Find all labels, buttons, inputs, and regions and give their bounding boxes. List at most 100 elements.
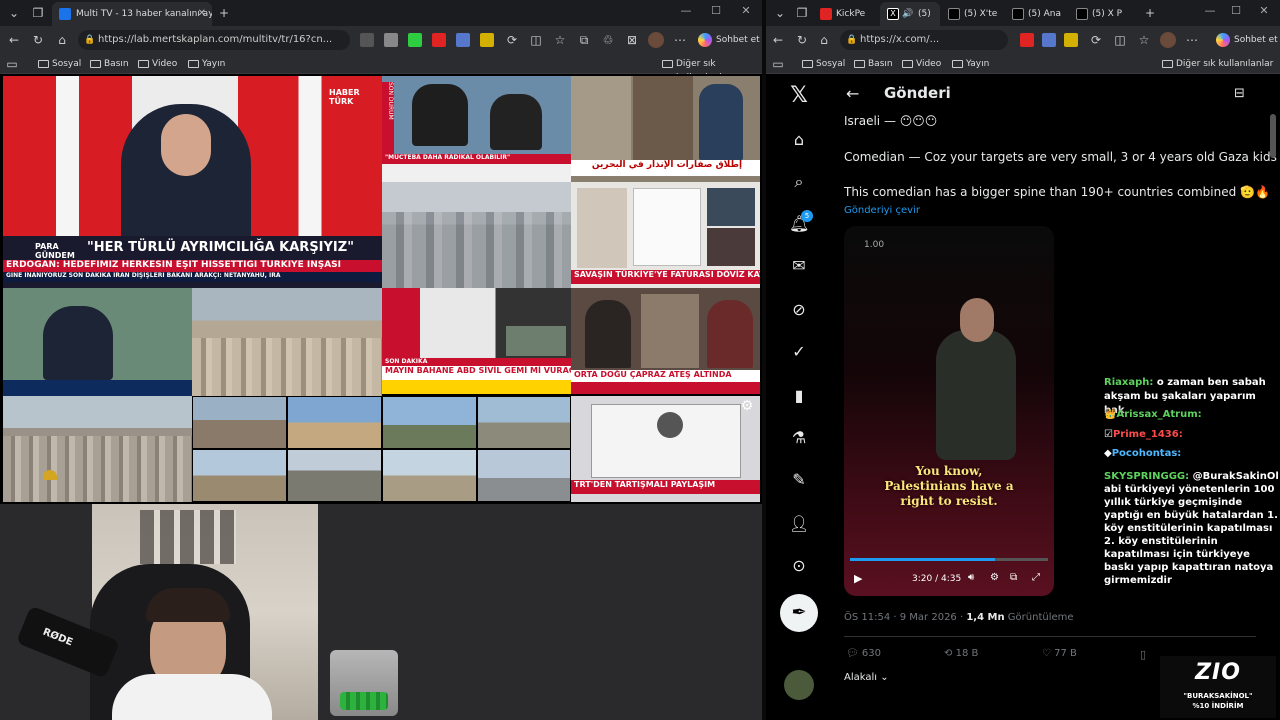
tv-cell-savasin[interactable]: SAVAŞIN TÜRKİYE'YE FATURASI DÖVİZ KAYBI … [571, 182, 760, 288]
extension-icon[interactable] [360, 33, 374, 47]
tv-cell-erdogan[interactable]: HABER TÜRK PARA GÜNDEM "HER TÜRLÜ AYRIMC… [3, 76, 382, 288]
tab-actions-icon[interactable]: ⌄ [6, 5, 22, 21]
bookmark-folder[interactable]: Basın [854, 57, 893, 71]
tab-kick[interactable]: KickPe [816, 2, 882, 26]
reply-sort-dropdown[interactable]: Alakalı ⌄ [844, 672, 889, 683]
fullscreen-icon[interactable]: ⤢ [1032, 572, 1040, 583]
new-tab-icon[interactable]: + [216, 5, 232, 21]
more-icon[interactable]: ⋯ [672, 32, 688, 48]
tv-cell-mayin[interactable]: SON DAKİKA MAYIN BAHANE ABD SİVİL GEMİ M… [382, 288, 571, 394]
collections-icon[interactable]: ⧉ [576, 32, 592, 48]
bookmark-folder[interactable]: Video [138, 57, 177, 71]
bookmark-icon[interactable]: ▮ [789, 386, 809, 406]
video-progress-track[interactable] [850, 558, 1048, 561]
copilot-chat-button[interactable]: Sohbet et [698, 31, 760, 49]
search-icon[interactable]: ⌕ [789, 172, 809, 192]
minimize-icon[interactable]: — [1200, 4, 1220, 17]
more-circle-icon[interactable]: ⊙ [789, 556, 809, 576]
minimize-icon[interactable]: — [676, 4, 696, 17]
like-button[interactable]: ♡ 77 B [1042, 648, 1077, 659]
profile-avatar[interactable] [648, 32, 664, 48]
pip-icon[interactable]: ⧉ [1010, 572, 1017, 583]
home-icon[interactable]: ⌂ [54, 32, 70, 48]
tab-x-4[interactable]: (5) X P [1072, 2, 1136, 26]
extension-icon[interactable] [408, 33, 422, 47]
close-window-icon[interactable]: ✕ [736, 4, 756, 17]
settings-gear-icon[interactable]: ⚙ [737, 398, 757, 418]
extension-icon[interactable] [384, 33, 398, 47]
split-screen-icon[interactable]: ◫ [528, 32, 544, 48]
screenshot-icon[interactable]: ⊠ [624, 32, 640, 48]
split-screen-icon[interactable]: ◫ [1112, 32, 1128, 48]
maximize-icon[interactable]: ☐ [1226, 4, 1246, 17]
bookmark-folder[interactable]: Sosyal [802, 57, 845, 71]
extension-icon[interactable] [1020, 33, 1034, 47]
translate-post-link[interactable]: Gönderiyi çevir [844, 205, 920, 216]
tv-cell-jerusalem[interactable] [3, 396, 192, 502]
settings-icon[interactable]: ⚙ [990, 572, 999, 583]
sync-icon[interactable]: ⟳ [1088, 32, 1104, 48]
reader-mode-icon[interactable]: ⊟ [1234, 86, 1245, 101]
bookmark-folder[interactable]: Basın [90, 57, 129, 71]
tab-actions-icon[interactable]: ⌄ [772, 5, 788, 21]
notifications-bell-icon[interactable]: 🔔︎ 5 [789, 210, 813, 234]
tab-x-3[interactable]: (5) Ana [1008, 2, 1072, 26]
url-field[interactable]: 🔒 https://lab.mertskaplan.com/multitv/tr… [78, 30, 350, 50]
compose-post-button[interactable]: ✒ [780, 594, 818, 632]
tv-cell-ortadogu[interactable]: ORTA DOĞU ÇAPRAZ ATEŞ ALTINDA [571, 288, 760, 394]
speaker-icon[interactable]: 🔊 [902, 2, 913, 26]
tv-cell-webcams-1[interactable] [192, 396, 382, 502]
tab-x-2[interactable]: (5) X'te [944, 2, 1008, 26]
video-player[interactable]: 1.00 You know, Palestinians have a right… [844, 226, 1054, 596]
volume-icon[interactable]: 🔊︎ [968, 572, 974, 583]
tv-cell-gaza[interactable]: إطلاق صفارات الإنذار في البحرين [571, 76, 760, 182]
lists-icon[interactable]: ✎ [789, 470, 809, 490]
bookmark-button[interactable]: ▯ [1140, 648, 1146, 661]
copilot-chat-button[interactable]: Sohbet et [1216, 31, 1278, 49]
bookmark-folder[interactable]: Yayın [952, 57, 989, 71]
url-field[interactable]: 🔒 https://x.com/... [840, 30, 1008, 50]
tab-x-active[interactable]: X 🔊 (5) [880, 2, 940, 26]
bookmark-menu-icon[interactable]: ▭ [770, 56, 786, 72]
extension-icon[interactable] [1064, 33, 1078, 47]
other-bookmarks[interactable]: Diğer sık kullanılanlar [1162, 57, 1273, 71]
extensions-icon[interactable]: ♲ [600, 32, 616, 48]
home-icon[interactable]: ⌂ [789, 130, 809, 150]
maximize-icon[interactable]: ☐ [706, 4, 726, 17]
play-icon[interactable]: ▶ [854, 572, 862, 585]
messages-envelope-icon[interactable]: ✉ [789, 256, 809, 276]
extension-icon[interactable] [432, 33, 446, 47]
account-avatar[interactable] [784, 670, 814, 700]
back-icon[interactable]: ← [6, 32, 22, 48]
grok-icon[interactable]: ⊘ [789, 300, 809, 320]
tv-cell-studio[interactable] [3, 288, 192, 396]
tv-cell-trt[interactable]: TRT'DEN TARTIŞMALI PAYLAŞIM ⚙ [571, 396, 760, 502]
back-arrow-icon[interactable]: ← [846, 84, 859, 103]
x-logo-icon[interactable]: 𝕏 [789, 85, 809, 107]
translate-icon[interactable] [456, 33, 470, 47]
repost-button[interactable]: ⟲ 18 B [944, 648, 978, 659]
back-icon[interactable]: ← [770, 32, 786, 48]
close-window-icon[interactable]: ✕ [1254, 4, 1274, 17]
workspaces-icon[interactable]: ❐ [794, 5, 810, 21]
new-tab-icon[interactable]: + [1142, 5, 1158, 21]
favorites-icon[interactable]: ☆ [1136, 32, 1152, 48]
profile-avatar[interactable] [1160, 32, 1176, 48]
reply-button[interactable]: 💬︎ 630 [846, 648, 881, 659]
sync-icon[interactable]: ⟳ [504, 32, 520, 48]
tv-cell-city-view[interactable] [192, 288, 382, 396]
page-scrollbar[interactable] [1270, 114, 1276, 158]
favorites-icon[interactable]: ☆ [552, 32, 568, 48]
tab-multitv[interactable]: Multi TV - 13 haber kanalını aynı a ✕ [52, 2, 212, 26]
tv-cell-webcams-2[interactable] [382, 396, 571, 502]
extension-icon[interactable] [480, 33, 494, 47]
bookmark-menu-icon[interactable]: ▭ [4, 56, 20, 72]
more-icon[interactable]: ⋯ [1184, 32, 1200, 48]
bookmark-folder[interactable]: Sosyal [38, 57, 81, 71]
premium-icon[interactable]: ⚗ [789, 428, 809, 448]
tv-cell-mucteba[interactable]: SON DURUM "MÜCTEBA DAHA RADİKAL OLABİLİR… [382, 76, 571, 182]
tv-cell-skyline[interactable] [382, 182, 571, 288]
profile-icon[interactable]: 👤︎ [789, 514, 809, 534]
workspaces-icon[interactable]: ❐ [30, 5, 46, 21]
refresh-icon[interactable]: ↻ [794, 32, 810, 48]
